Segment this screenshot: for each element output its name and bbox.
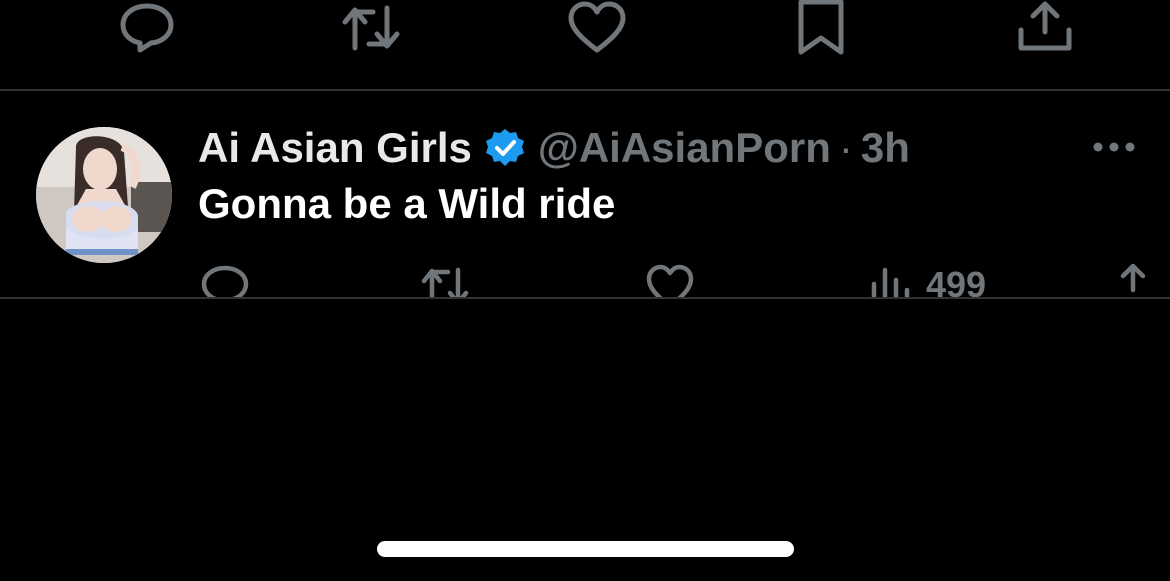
bookmark-button[interactable] — [790, 0, 852, 56]
tweet-header: Ai Asian Girls @AiAsianPorn · 3h — [198, 122, 910, 174]
more-options-icon — [1093, 142, 1135, 152]
separator-dot: · — [838, 124, 853, 171]
like-icon — [568, 1, 626, 53]
retweet-button[interactable] — [340, 0, 402, 56]
retweet-icon — [342, 5, 400, 51]
views-count: 499 — [926, 264, 987, 297]
reply-button[interactable] — [116, 0, 178, 56]
tweet-text: Gonna be a Wild ride — [198, 180, 616, 227]
verified-badge-icon — [484, 127, 526, 169]
tweet-timestamp[interactable]: 3h — [861, 124, 910, 172]
share-icon — [1120, 263, 1146, 293]
more-options-button[interactable] — [1086, 130, 1142, 164]
avatar[interactable] — [36, 127, 172, 263]
share-button[interactable] — [1014, 0, 1076, 56]
like-icon — [646, 264, 694, 297]
home-indicator[interactable] — [377, 541, 794, 557]
display-name[interactable]: Ai Asian Girls — [198, 124, 472, 172]
timeline-screen: Ai Asian Girls @AiAsianPorn · 3h Gonna b… — [0, 0, 1170, 581]
tweet-share-button[interactable] — [1108, 262, 1158, 297]
tweet-card[interactable]: Ai Asian Girls @AiAsianPorn · 3h Gonna b… — [0, 92, 1170, 297]
tweet-reply-button[interactable] — [200, 262, 250, 297]
share-icon — [1018, 1, 1072, 51]
reply-icon — [120, 3, 174, 53]
tweet-like-button[interactable] — [645, 262, 695, 297]
retweet-icon — [421, 267, 469, 297]
tweet-views-button[interactable]: 499 — [868, 262, 986, 297]
bookmark-icon — [798, 0, 844, 55]
previous-tweet-actions — [0, 0, 1170, 90]
views-icon — [871, 267, 910, 297]
tweet-retweet-button[interactable] — [420, 262, 470, 297]
user-handle[interactable]: @AiAsianPorn — [538, 124, 831, 172]
avatar-image — [36, 127, 172, 263]
tweet-bottom-divider — [0, 297, 1170, 299]
tweet-divider — [0, 89, 1170, 91]
like-button[interactable] — [566, 0, 628, 56]
reply-icon — [201, 265, 249, 297]
